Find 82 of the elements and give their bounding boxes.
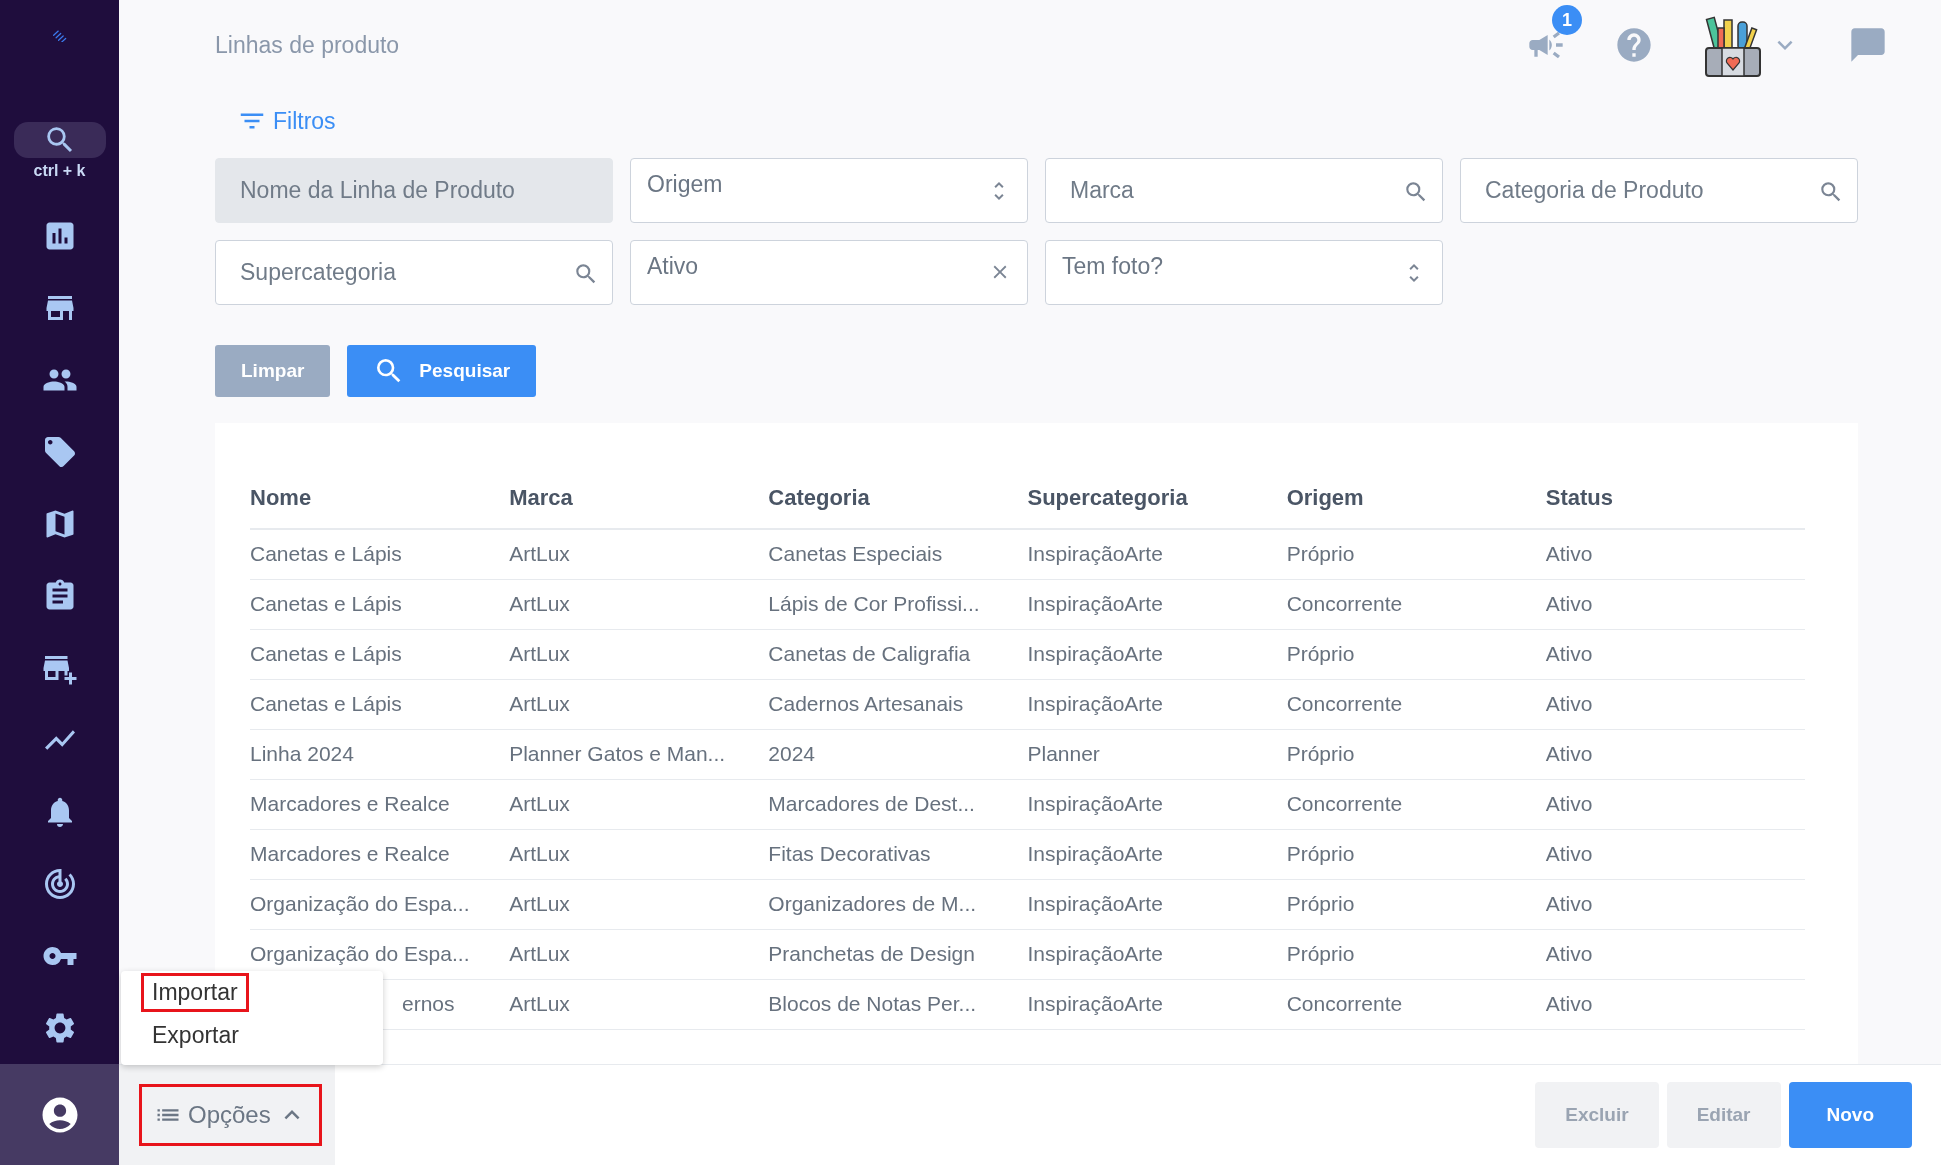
table-cell: Concorrente (1286, 979, 1546, 1029)
table-cell: Ativo (1545, 829, 1805, 879)
table-cell: Canetas de Caligrafia (768, 629, 1028, 679)
table-cell: Ativo (1545, 729, 1805, 779)
table-cell: Marcadores de Dest... (768, 779, 1028, 829)
table-cell: InspiraçãoArte (1027, 629, 1287, 679)
search-button[interactable] (13, 122, 106, 158)
select-field[interactable]: Tem foto? (1045, 240, 1443, 305)
table-cell: Ativo (1545, 529, 1805, 579)
column-header: Supercategoria (1027, 467, 1287, 529)
menu-item[interactable]: Importar (141, 973, 249, 1012)
shortcut-hint: ctrl + k (33, 162, 86, 180)
table-cell: Linha 2024 (250, 729, 510, 779)
table-cell: Organização do Espa... (250, 879, 510, 929)
table-cell: Ativo (1545, 629, 1805, 679)
select-field[interactable]: Origem (630, 158, 1028, 223)
search-field[interactable]: Marca (1045, 158, 1443, 223)
table-cell: Próprio (1286, 879, 1546, 929)
table-cell: Próprio (1286, 529, 1546, 579)
table-cell: Ativo (1545, 779, 1805, 829)
table-cell: ArtLux (509, 929, 769, 979)
column-header: Origem (1286, 467, 1546, 529)
table-cell: Canetas e Lápis (250, 629, 510, 679)
table-cell: 2024 (768, 729, 1028, 779)
table-cell: Cadernos Artesanais (768, 679, 1028, 729)
table-cell: Organizadores de M... (768, 879, 1028, 929)
table-cell: InspiraçãoArte (1027, 829, 1287, 879)
table-cell: Planner (1027, 729, 1287, 779)
table-cell: InspiraçãoArte (1027, 579, 1287, 629)
table-cell: Canetas e Lápis (250, 579, 510, 629)
table-cell: ArtLux (509, 879, 769, 929)
table-cell: InspiraçãoArte (1027, 929, 1287, 979)
table-cell: ArtLux (509, 779, 769, 829)
notification-badge: 1 (1552, 5, 1582, 35)
table-cell: Próprio (1286, 929, 1546, 979)
table-cell: ArtLux (509, 679, 769, 729)
column-header: Nome (250, 467, 510, 529)
clear-button[interactable]: Limpar (215, 345, 331, 397)
table-cell: Pranchetas de Design (768, 929, 1028, 979)
table-cell: Concorrente (1286, 679, 1546, 729)
table-cell: Ativo (1545, 929, 1805, 979)
table-cell: Próprio (1286, 829, 1546, 879)
table-cell: ArtLux (509, 529, 769, 579)
menu-item[interactable]: Exportar (141, 1016, 250, 1055)
table-cell: Ativo (1545, 879, 1805, 929)
table-cell: Lápis de Cor Profissi... (768, 579, 1028, 629)
column-header: Categoria (768, 467, 1028, 529)
table-cell: ArtLux (509, 629, 769, 679)
table-cell: InspiraçãoArte (1027, 779, 1287, 829)
table-cell: Marcadores e Realce (250, 779, 510, 829)
page-title: Linhas de produto (215, 31, 400, 59)
table-cell: Próprio (1286, 629, 1546, 679)
action-button[interactable]: Novo (1788, 1082, 1912, 1148)
table-cell: Ativo (1545, 979, 1805, 1029)
table-cell: ArtLux (509, 979, 769, 1029)
column-header: Status (1545, 467, 1805, 529)
table-cell: ArtLux (509, 829, 769, 879)
table-cell: Ativo (1545, 579, 1805, 629)
options-button[interactable]: Opções (139, 1084, 322, 1146)
table-cell: Canetas e Lápis (250, 679, 510, 729)
table-cell: Blocos de Notas Per... (768, 979, 1028, 1029)
table-cell: Concorrente (1286, 779, 1546, 829)
table-cell: Canetas Especiais (768, 529, 1028, 579)
profile-icon[interactable] (0, 1064, 119, 1165)
column-header: Marca (509, 467, 769, 529)
table-cell: InspiraçãoArte (1027, 679, 1287, 729)
table-cell: InspiraçãoArte (1027, 529, 1287, 579)
filters-toggle[interactable]: Filtros (237, 106, 336, 136)
table-cell: Concorrente (1286, 579, 1546, 629)
table-cell: InspiraçãoArte (1027, 979, 1287, 1029)
table-cell: Próprio (1286, 729, 1546, 779)
table-cell: ArtLux (509, 579, 769, 629)
table-cell: Ativo (1545, 679, 1805, 729)
table-cell: Canetas e Lápis (250, 529, 510, 579)
search-button[interactable]: Pesquisar (347, 345, 537, 397)
search-field[interactable]: Categoria de Produto (1460, 158, 1858, 223)
table-cell: Marcadores e Realce (250, 829, 510, 879)
table-cell: Planner Gatos e Man... (509, 729, 769, 779)
table-cell: Fitas Decorativas (768, 829, 1028, 879)
table-cell: InspiraçãoArte (1027, 879, 1287, 929)
search-field[interactable]: Supercategoria (215, 240, 613, 305)
select-field[interactable]: Ativo (630, 240, 1028, 305)
